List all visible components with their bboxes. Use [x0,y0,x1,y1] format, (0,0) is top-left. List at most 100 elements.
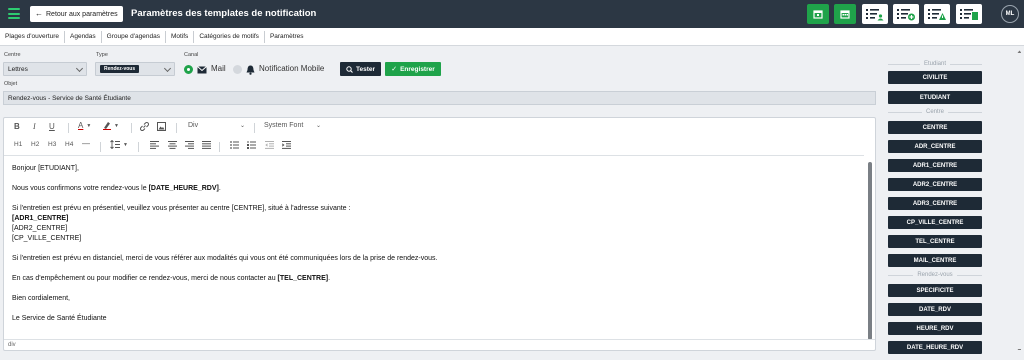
calendar-grid-button[interactable] [834,4,856,24]
var-centre-button[interactable]: CENTRE [888,121,982,134]
back-to-settings-button[interactable]: ← Retour aux paramètres [30,6,123,22]
align-justify-icon[interactable] [202,141,211,149]
var-heure-rdv-button[interactable]: HEURE_RDV [888,322,982,335]
calendar-button[interactable] [807,4,829,24]
canal-label: Canal [184,52,199,58]
toolbar-divider [138,142,139,152]
tab-parametres[interactable]: Paramètres [265,31,309,43]
var-adr1-centre-button[interactable]: ADR1_CENTRE [888,159,982,172]
indent-icon[interactable] [282,141,291,149]
contact-line: En cas d'empêchement ou pour modifier ce… [12,275,331,282]
type-value: Rendez-vous [100,65,140,73]
list-user-button[interactable] [862,4,888,24]
link-icon[interactable] [140,122,149,131]
closing-line: Bien cordialement, [12,295,70,302]
font-select[interactable]: System Font ⌄ [264,122,324,129]
type-label: Type [96,52,108,58]
outdent-icon[interactable] [265,141,274,149]
distanciel-line: Si l'entretien est prévu en distanciel, … [12,255,438,262]
avatar[interactable]: ML [1001,5,1019,23]
var-cp-ville-centre-button[interactable]: CP_VILLE_CENTRE [888,216,982,229]
text-color-icon[interactable]: A ▼ [78,121,91,130]
presentiel-line: Si l'entretien est prévu en présentiel, … [12,205,351,212]
scrollbar-thumb[interactable] [868,162,872,340]
chevron-down-icon [75,64,84,73]
var-date-rdv-button[interactable]: DATE_RDV [888,303,982,316]
objet-input[interactable]: Rendez-vous - Service de Santé Étudiante [3,91,876,105]
tester-button[interactable]: Tester [340,62,381,76]
heading-1-button[interactable]: H1 [14,141,22,148]
var-civilite-button[interactable]: CIVILITE [888,71,982,84]
list-warning-button[interactable] [924,4,950,24]
bold-icon[interactable]: B [14,122,20,131]
radio-dot [187,68,190,71]
tab-agendas[interactable]: Agendas [65,30,102,43]
highlight-color-icon[interactable]: ▼ [103,121,119,130]
editor-scrollbar[interactable] [868,156,873,340]
underline-icon[interactable]: U [49,122,55,131]
heading-3-button[interactable]: H3 [48,141,56,148]
var-tel-centre-button[interactable]: TEL_CENTRE [888,235,982,248]
presentiel-block: Si l'entretien est prévu en présentiel, … [12,204,864,244]
list-user-icon [866,9,884,21]
align-right-icon[interactable] [185,141,194,149]
align-center-icon[interactable] [168,141,177,149]
var-date-heure-rdv-button[interactable]: DATE_HEURE_RDV [888,341,982,354]
numbered-list-icon[interactable] [247,141,256,149]
bullet-list-icon[interactable] [230,141,239,149]
toolbar-divider [176,123,177,133]
canal-mail-radio[interactable] [184,65,193,74]
tab-plages-ouverture[interactable]: Plages d'ouverture [0,30,65,43]
align-left-icon[interactable] [150,141,159,149]
mail-icon [197,66,207,74]
type-select[interactable]: Rendez-vous [95,62,175,76]
editor-status-path: div [4,339,875,350]
objet-label: Objet [4,81,18,87]
var-etudiant-button[interactable]: ETUDIANT [888,91,982,104]
italic-icon[interactable]: I [33,122,36,131]
canal-mail-label: Mail [211,64,226,73]
list-add-icon [897,9,915,21]
list-document-icon [960,9,978,20]
canal-notification-label: Notification Mobile [259,64,325,73]
toolbar-divider [100,142,101,152]
var-mail-centre-button[interactable]: MAIL_CENTRE [888,254,982,267]
cp-ville-variable: [CP_VILLE_CENTRE] [12,235,82,242]
tab-categories-motifs[interactable]: Catégories de motifs [194,30,265,43]
var-adr2-centre-button[interactable]: ADR2_CENTRE [888,178,982,191]
check-icon: ✓ [391,66,398,73]
var-adr3-centre-button[interactable]: ADR3_CENTRE [888,197,982,210]
tab-groupe-agendas[interactable]: Groupe d'agendas [102,30,166,43]
line-height-icon[interactable]: ▼ [110,140,128,149]
greeting-line: Bonjour [ETUDIANT], [12,165,79,172]
list-warning-icon [928,9,946,20]
top-bar: ← Retour aux paramètres Paramètres des t… [0,0,1024,28]
enregistrer-button[interactable]: ✓ Enregistrer [385,62,441,76]
bell-icon [246,65,255,75]
centre-select[interactable]: Lettres [3,62,87,76]
heading-4-button[interactable]: H4 [65,141,73,148]
heading-2-button[interactable]: H2 [31,141,39,148]
canal-notification-radio[interactable] [233,65,242,74]
adr2-variable: [ADR2_CENTRE] [12,225,68,232]
confirmation-line: Nous vous confirmons votre rendez-vous l… [12,185,221,192]
menu-icon[interactable] [8,8,20,19]
var-adr-centre-button[interactable]: ADR_CENTRE [888,140,982,153]
editor-content[interactable]: Bonjour [ETUDIANT], Nous vous confirmons… [4,155,864,340]
rich-text-editor: B I U A ▼ ▼ Div ⌄ System Font ⌄ H1 H2 H3 … [3,117,876,351]
toolbar-divider [219,142,220,152]
rdv-heading: Rendez-vous [888,270,983,280]
etudiant-heading: Etudiant [888,59,982,69]
centre-heading: Centre [888,107,983,117]
toolbar-divider [131,123,132,133]
tel-variable: [TEL_CENTRE] [277,275,329,282]
list-document-button[interactable] [956,4,982,24]
centre-value: Lettres [8,65,28,73]
page-scrollbar[interactable] [1017,50,1021,350]
horizontal-rule-icon[interactable]: — [82,139,90,148]
var-specificite-button[interactable]: SPECIFICITE [888,284,982,297]
format-select[interactable]: Div ⌄ [188,122,246,129]
image-icon[interactable] [157,122,166,131]
tab-motifs[interactable]: Motifs [166,30,195,43]
list-add-button[interactable] [893,4,919,24]
